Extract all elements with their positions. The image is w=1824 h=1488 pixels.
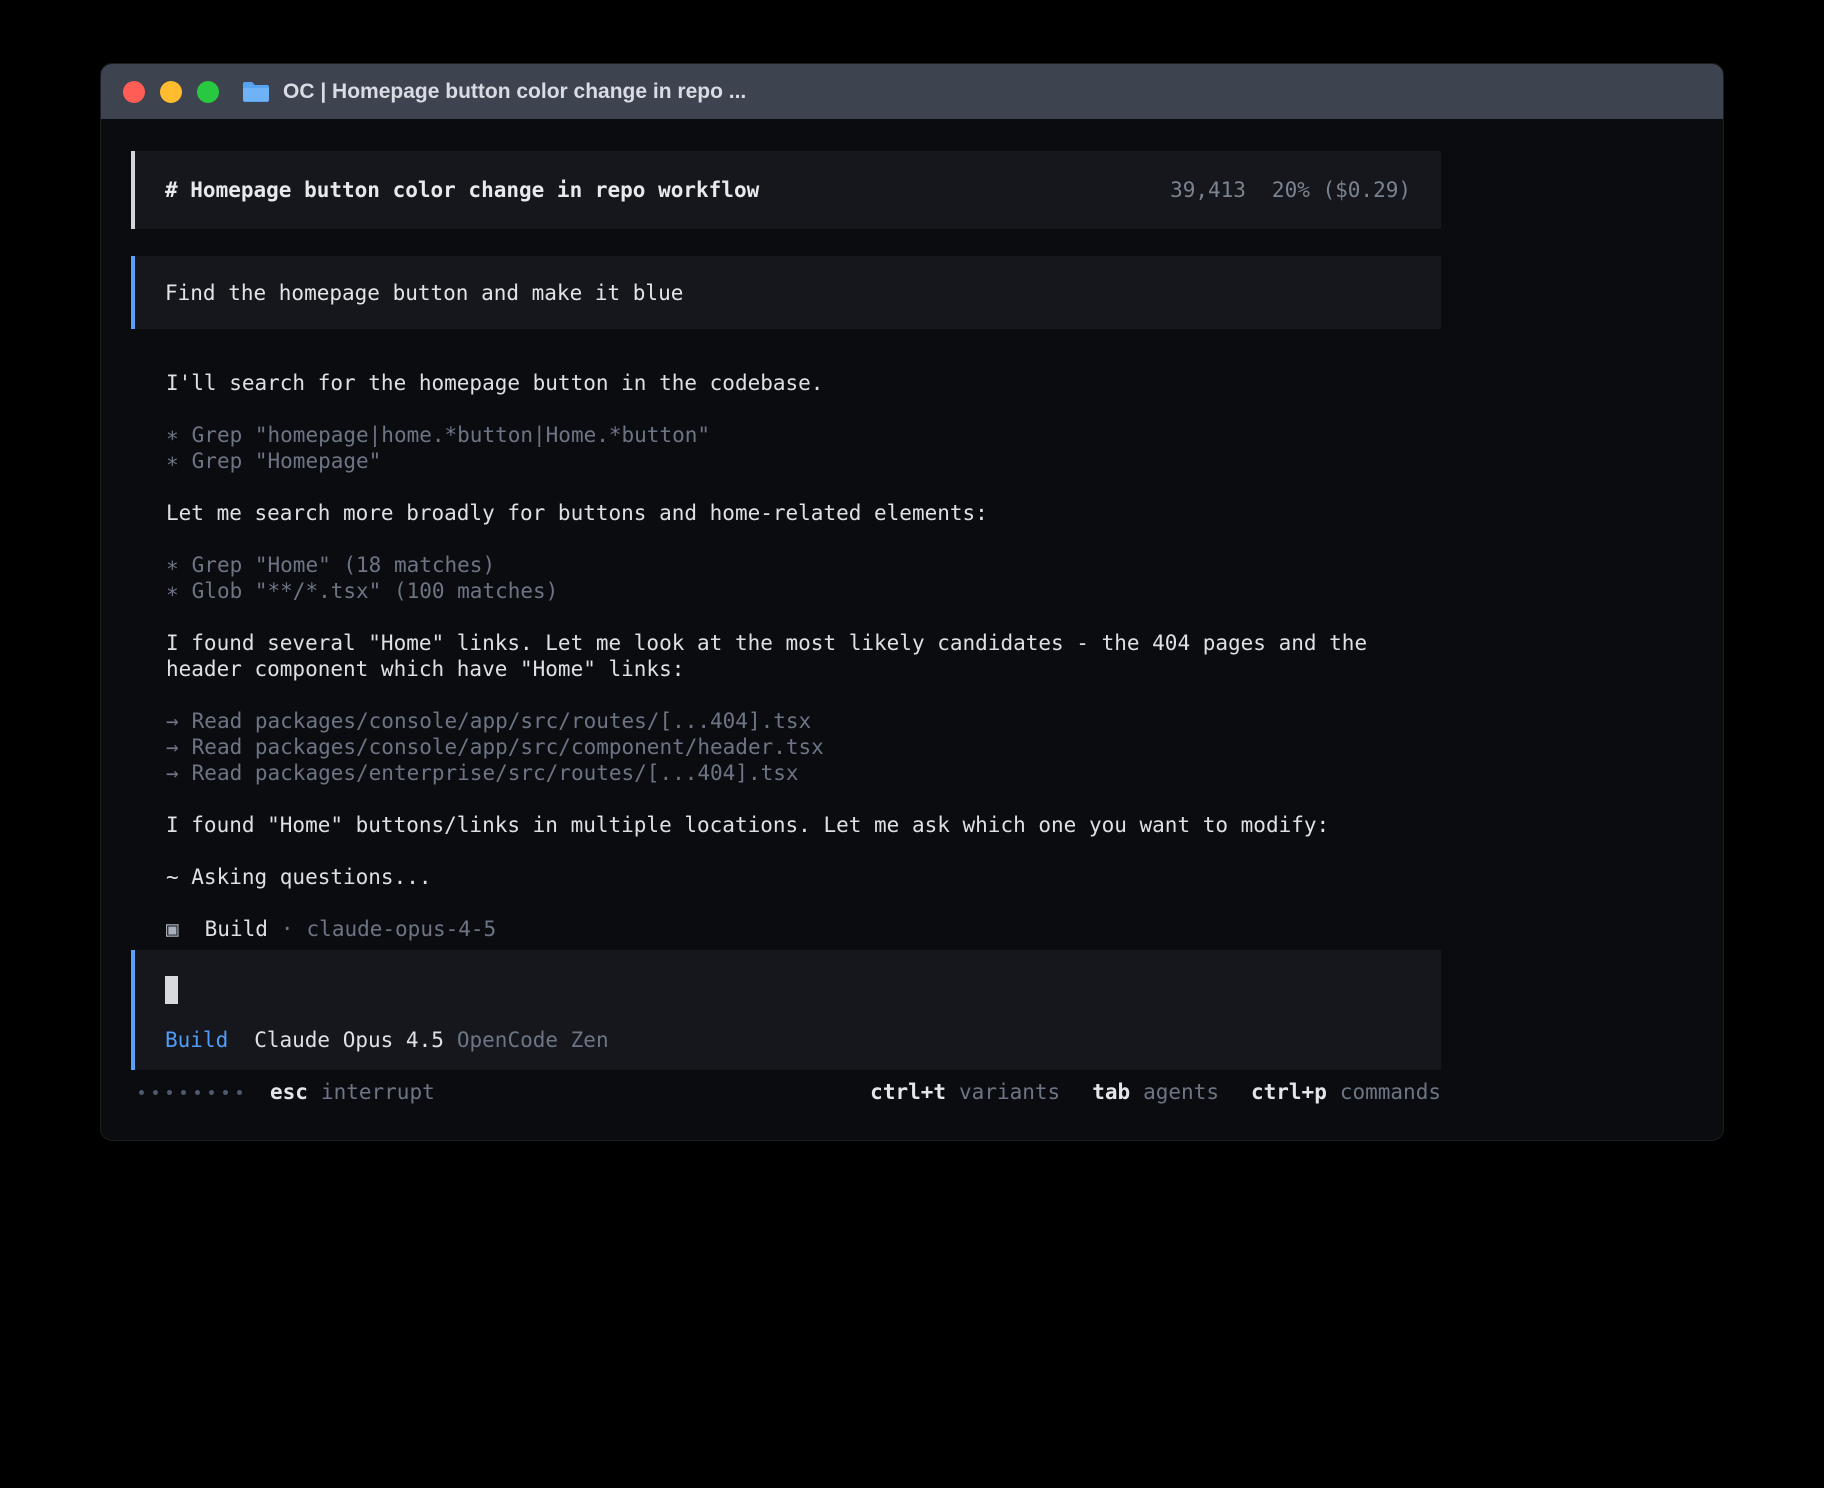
text-cursor <box>165 976 178 1004</box>
agent-model: claude-opus-4-5 <box>307 916 497 942</box>
traffic-lights <box>123 81 219 103</box>
context-usage: 20% ($0.29) <box>1272 178 1411 202</box>
esc-key: esc <box>270 1080 308 1104</box>
input-agent-label: Build <box>165 1028 228 1052</box>
agent-badge-line: ▣ Build · claude-opus-4-5 <box>166 916 1441 942</box>
folder-icon <box>241 80 271 104</box>
tool-label: Grep "Home" (18 matches) <box>192 552 495 578</box>
session-header: # Homepage button color change in repo w… <box>131 151 1441 229</box>
asterisk-icon: ∗ <box>166 552 179 578</box>
asterisk-icon: ∗ <box>166 578 179 604</box>
session-title: # Homepage button color change in repo w… <box>165 178 759 202</box>
session-stats: 39,413 20% ($0.29) <box>1170 178 1411 202</box>
agents-hint: tab agents <box>1092 1080 1219 1104</box>
tool-call-line: ∗ Grep "Homepage" <box>166 448 1441 474</box>
agent-square-icon: ▣ <box>166 916 179 942</box>
tool-call-line: → Read packages/console/app/src/componen… <box>166 734 1441 760</box>
activity-line: ~ Asking questions... <box>166 864 1441 890</box>
arrow-right-icon: → <box>166 760 179 786</box>
user-message: Find the homepage button and make it blu… <box>131 256 1441 329</box>
commands-hint: ctrl+p commands <box>1251 1080 1441 1104</box>
window-title: OC | Homepage button color change in rep… <box>283 80 746 104</box>
asterisk-icon: ∗ <box>166 422 179 448</box>
spinner-icon <box>139 1090 242 1095</box>
input-meta: Build Claude Opus 4.5 OpenCode Zen <box>165 1028 1411 1052</box>
close-button[interactable] <box>123 81 145 103</box>
transcript: I'll search for the homepage button in t… <box>131 329 1441 942</box>
tool-call-group: → Read packages/console/app/src/routes/[… <box>166 708 1441 786</box>
assistant-paragraph: I found "Home" buttons/links in multiple… <box>166 812 1441 838</box>
token-count: 39,413 <box>1170 178 1246 202</box>
asterisk-icon: ∗ <box>166 448 179 474</box>
tool-label: Read packages/console/app/src/routes/[..… <box>192 708 812 734</box>
terminal-window: OC | Homepage button color change in rep… <box>100 63 1724 1141</box>
zoom-button[interactable] <box>197 81 219 103</box>
variants-hint: ctrl+t variants <box>870 1080 1060 1104</box>
titlebar: OC | Homepage button color change in rep… <box>101 64 1723 119</box>
minimize-button[interactable] <box>160 81 182 103</box>
status-bar: esc interrupt ctrl+t variants tab agents… <box>131 1078 1441 1106</box>
arrow-right-icon: → <box>166 708 179 734</box>
arrow-right-icon: → <box>166 734 179 760</box>
input-model-label: Claude Opus 4.5 <box>254 1028 444 1052</box>
tool-label: Glob "**/*.tsx" (100 matches) <box>192 578 559 604</box>
user-message-text: Find the homepage button and make it blu… <box>165 281 683 305</box>
input-provider-label: OpenCode Zen <box>457 1028 609 1052</box>
status-right: ctrl+t variants tab agents ctrl+p comman… <box>870 1080 1441 1104</box>
tool-label: Read packages/console/app/src/component/… <box>192 734 824 760</box>
tool-call-line: ∗ Glob "**/*.tsx" (100 matches) <box>166 578 1441 604</box>
tool-label: Read packages/enterprise/src/routes/[...… <box>192 760 799 786</box>
tool-call-line: ∗ Grep "Home" (18 matches) <box>166 552 1441 578</box>
assistant-paragraph: I'll search for the homepage button in t… <box>166 370 1441 396</box>
tool-call-line: → Read packages/console/app/src/routes/[… <box>166 708 1441 734</box>
tool-call-line: ∗ Grep "homepage|home.*button|Home.*butt… <box>166 422 1441 448</box>
tool-call-line: → Read packages/enterprise/src/routes/[.… <box>166 760 1441 786</box>
tool-call-group: ∗ Grep "homepage|home.*button|Home.*butt… <box>166 422 1441 474</box>
dot-separator: · <box>281 916 294 942</box>
assistant-paragraph: I found several "Home" links. Let me loo… <box>166 630 1441 682</box>
tool-label: Grep "Homepage" <box>192 448 382 474</box>
status-left: esc interrupt <box>139 1080 435 1104</box>
agent-name: Build <box>205 916 268 942</box>
prompt-input[interactable]: Build Claude Opus 4.5 OpenCode Zen <box>131 950 1441 1070</box>
tool-label: Grep "homepage|home.*button|Home.*button… <box>192 422 710 448</box>
interrupt-hint: esc interrupt <box>270 1080 435 1104</box>
tool-call-group: ∗ Grep "Home" (18 matches) ∗ Glob "**/*.… <box>166 552 1441 604</box>
assistant-paragraph: Let me search more broadly for buttons a… <box>166 500 1441 526</box>
